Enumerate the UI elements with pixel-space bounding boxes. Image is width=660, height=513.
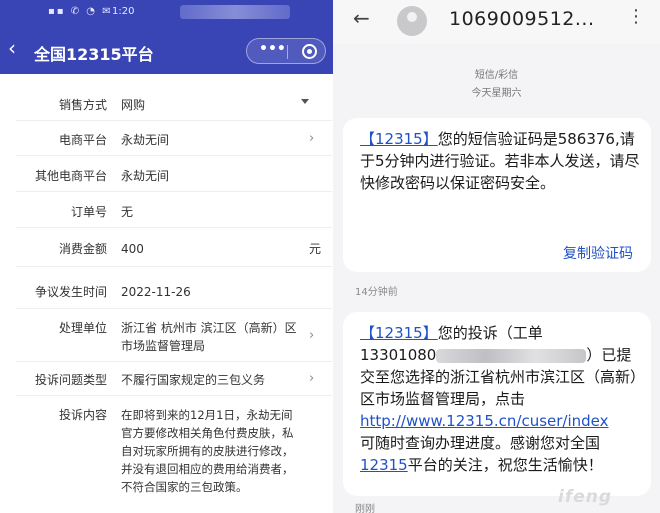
row-divider: [16, 395, 332, 396]
row-divider: [16, 155, 332, 156]
redacted-ticket-number: [436, 348, 587, 363]
field-label: 订单号: [70, 205, 107, 219]
sms-bubble-verification[interactable]: 【12315】您的短信验证码是586376,请于5分钟内进行验证。若非本人发送，…: [343, 118, 651, 272]
field-label: 电商平台: [58, 133, 107, 147]
screenshot-composite: ▪▪ ✆ ◔ ✉ 1:20 ‹ 全国12315平台 ••• 销售方式 网购 电商…: [0, 0, 660, 513]
message-body: 您的投诉（工单: [437, 324, 543, 342]
date-label: 今天星期六: [471, 88, 522, 99]
message-body: 可随时查询办理进度。感谢您对全国: [360, 434, 601, 452]
field-label: 处理单位: [58, 321, 107, 335]
more-icon[interactable]: •••: [259, 41, 286, 57]
field-value: 网购: [121, 98, 146, 112]
sms-panel: ← 1069009512... ⋮ 短信/彩信 今天星期六 【12315】您的短…: [333, 0, 660, 513]
capsule-divider: [287, 45, 288, 59]
status-icons: ▪▪ ✆ ◔ ✉: [48, 6, 113, 17]
blurred-status-area: [180, 5, 290, 19]
message-text: 【12315】您的短信验证码是586376,请于5分钟内进行验证。若非本人发送，…: [360, 128, 644, 194]
sms-bubble-complaint[interactable]: 【12315】您的投诉（工单 13301080 ）已提交至您选择的浙江省杭州市滨江区…: [343, 312, 651, 496]
miniprogram-capsule: •••: [246, 38, 326, 64]
ticket-number-prefix: 13301080: [360, 346, 437, 364]
row-divider: [16, 227, 332, 228]
sender-tag-link[interactable]: 【12315】: [360, 130, 438, 148]
row-divider: [16, 266, 332, 267]
page-title: 全国12315平台: [34, 45, 154, 64]
message-type-label: 短信/彩信: [474, 70, 519, 81]
platform-link[interactable]: 12315: [360, 456, 408, 474]
complaint-form-panel: ▪▪ ✆ ◔ ✉ 1:20 ‹ 全国12315平台 ••• 销售方式 网购 电商…: [0, 0, 333, 513]
watermark: ifeng: [558, 487, 613, 507]
message-text: 【12315】您的投诉（工单 13301080 ）已提交至您选择的浙江省杭州市滨江区…: [360, 322, 644, 476]
dropdown-caret-icon[interactable]: [301, 99, 309, 104]
field-value: 无: [121, 205, 134, 219]
field-label: 消费金额: [58, 242, 107, 256]
message-timestamp: 刚刚: [355, 504, 375, 513]
app-header: ▪▪ ✆ ◔ ✉ 1:20 ‹ 全国12315平台 •••: [0, 0, 333, 74]
chevron-right-icon[interactable]: ›: [309, 131, 314, 146]
currency-unit: 元: [309, 242, 322, 256]
row-divider: [16, 120, 332, 121]
back-arrow-icon[interactable]: ←: [353, 6, 370, 30]
row-divider: [16, 308, 332, 309]
row-divider: [16, 191, 332, 192]
field-value: 在即将到来的12月1日，永劫无间官方要修改相关角色付费皮肤，私自对玩家所拥有的皮…: [121, 408, 294, 494]
sender-number: 1069009512...: [449, 8, 595, 30]
back-icon[interactable]: ‹: [8, 38, 16, 58]
close-miniprogram-icon[interactable]: [302, 44, 317, 59]
copy-code-button[interactable]: 复制验证码: [563, 243, 633, 263]
query-link[interactable]: http://www.12315.cn/cuser/index: [360, 412, 609, 430]
status-time: 1:20: [112, 6, 135, 17]
field-value: 永劫无间: [121, 133, 170, 147]
status-bar: ▪▪ ✆ ◔ ✉ 1:20: [0, 0, 333, 26]
more-options-icon[interactable]: ⋮: [627, 6, 645, 27]
sms-header: ← 1069009512... ⋮: [333, 0, 660, 44]
field-value: 不履行国家规定的三包义务: [121, 373, 266, 387]
contact-avatar[interactable]: [397, 6, 427, 36]
message-body: 平台的关注，祝您生活愉快！: [407, 456, 603, 474]
sender-tag-link[interactable]: 【12315】: [360, 324, 438, 342]
field-value: 浙江省 杭州市 滨江区（高新）区市场监督管理局: [121, 321, 297, 353]
message-timestamp: 14分钟前: [355, 287, 398, 298]
nav-bar: ‹ 全国12315平台 •••: [0, 30, 333, 70]
chevron-right-icon[interactable]: ›: [309, 371, 314, 386]
field-label: 投诉内容: [58, 408, 107, 422]
field-label: 争议发生时间: [34, 285, 107, 299]
field-label: 投诉问题类型: [34, 373, 107, 387]
field-label: 销售方式: [58, 98, 107, 112]
field-value: 2022-11-26: [121, 285, 191, 299]
field-value: 400: [121, 242, 144, 256]
row-divider: [16, 361, 332, 362]
chevron-right-icon[interactable]: ›: [309, 328, 314, 343]
field-label: 其他电商平台: [34, 169, 107, 183]
field-value: 永劫无间: [121, 169, 170, 183]
